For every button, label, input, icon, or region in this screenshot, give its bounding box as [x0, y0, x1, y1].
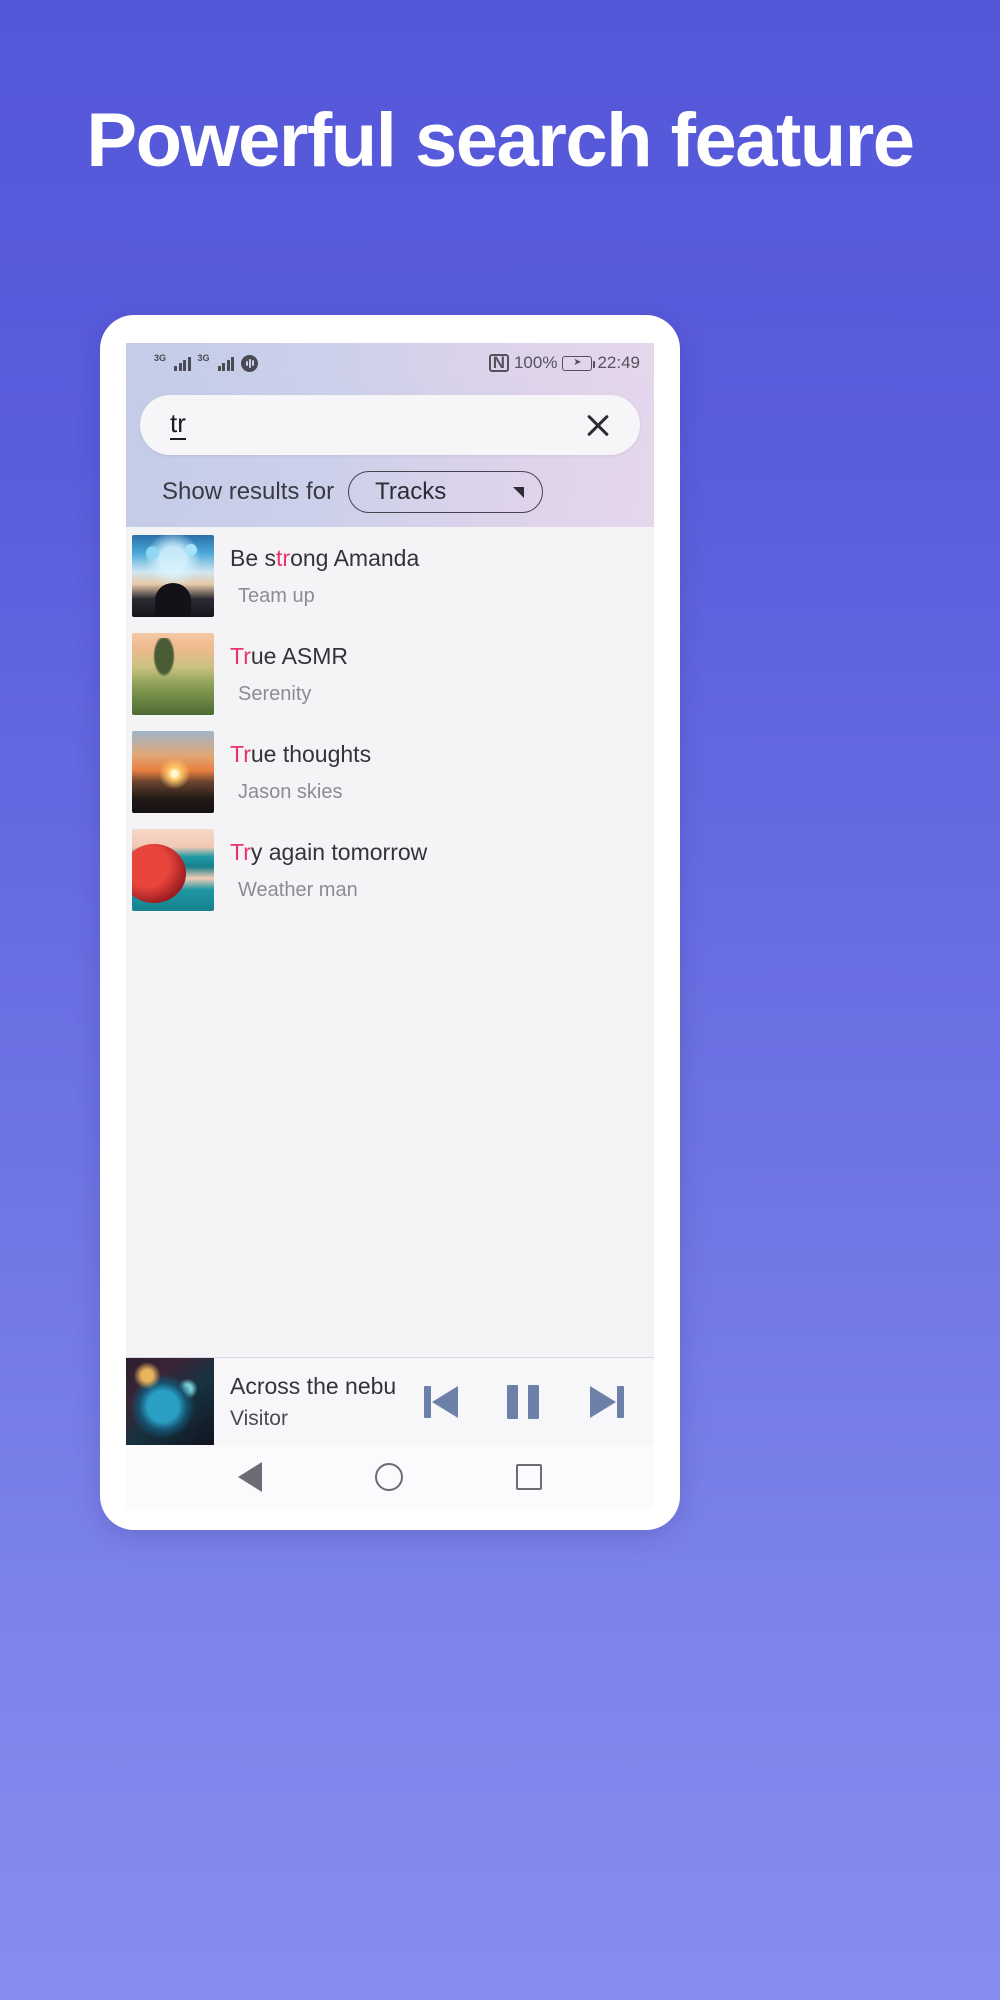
- home-icon[interactable]: [374, 1463, 403, 1491]
- track-title: Be strong Amanda: [230, 545, 420, 572]
- phone-screen: 3G 3G N 100% ➤ 22:49 tr Show results for: [126, 343, 654, 1509]
- chevron-down-icon: [513, 486, 525, 498]
- track-artist: Jason skies: [238, 780, 343, 803]
- search-header: tr Show results for Tracks: [126, 383, 654, 527]
- match-highlight: Tr: [230, 741, 251, 768]
- list-item-meta: Be strong Amanda Team up: [230, 544, 419, 608]
- filter-label: Show results for: [162, 478, 335, 505]
- battery-percent-label: 100%: [513, 353, 558, 372]
- track-artist: Serenity: [238, 682, 312, 705]
- page-title: Powerful search feature: [86, 98, 915, 183]
- album-art: [132, 633, 214, 715]
- status-bar: 3G 3G N 100% ➤ 22:49: [126, 343, 654, 383]
- player-controls: [422, 1380, 654, 1424]
- android-nav-bar: [126, 1445, 654, 1509]
- filter-selected-value: Tracks: [375, 478, 447, 505]
- now-playing-art: [126, 1357, 214, 1446]
- search-input[interactable]: tr: [140, 395, 640, 455]
- skip-next-icon[interactable]: [582, 1380, 626, 1424]
- phone-mockup: 3G 3G N 100% ➤ 22:49 tr Show results for: [100, 315, 680, 1530]
- mini-player[interactable]: Across the nebu Visitor: [126, 1357, 654, 1446]
- now-playing-meta: Across the nebu Visitor: [230, 1373, 420, 1431]
- track-title: True thoughts: [230, 741, 372, 768]
- sim2-network-label: 3G: [197, 353, 210, 363]
- match-highlight: Tr: [230, 643, 251, 670]
- match-highlight: tr: [276, 545, 291, 572]
- list-item[interactable]: True ASMR Serenity: [126, 625, 654, 723]
- now-playing-artist: Visitor: [230, 1406, 288, 1430]
- search-results-list: Be strong Amanda Team up True ASMR Seren…: [126, 527, 654, 919]
- track-artist: Weather man: [238, 878, 358, 901]
- status-bar-left: 3G 3G: [154, 353, 259, 372]
- battery-icon: ➤: [562, 355, 596, 371]
- sim1-network-label: 3G: [154, 353, 167, 363]
- album-art: [132, 731, 214, 813]
- skip-previous-icon[interactable]: [422, 1380, 466, 1424]
- pause-icon[interactable]: [502, 1380, 546, 1424]
- search-input-value: tr: [170, 409, 186, 441]
- list-item-meta: True ASMR Serenity: [230, 642, 348, 706]
- status-bar-right: N 100% ➤ 22:49: [488, 353, 640, 373]
- filter-dropdown[interactable]: Tracks: [348, 471, 544, 513]
- clock-label: 22:49: [597, 353, 640, 372]
- back-icon[interactable]: [238, 1462, 263, 1492]
- now-playing-title: Across the nebu: [230, 1372, 397, 1399]
- list-item[interactable]: Be strong Amanda Team up: [126, 527, 654, 625]
- list-item-meta: Try again tomorrow Weather man: [230, 838, 427, 902]
- audio-recording-icon: [241, 354, 259, 372]
- list-item-meta: True thoughts Jason skies: [230, 740, 371, 804]
- album-art: [132, 535, 214, 617]
- track-title: True ASMR: [230, 643, 349, 670]
- list-item[interactable]: Try again tomorrow Weather man: [126, 821, 654, 919]
- sim2-signal-icon: [217, 356, 235, 371]
- filter-row: Show results for Tracks: [140, 471, 640, 513]
- nfc-icon: N: [488, 354, 509, 372]
- list-item[interactable]: True thoughts Jason skies: [126, 723, 654, 821]
- match-highlight: Tr: [230, 839, 251, 866]
- recents-icon[interactable]: [515, 1464, 542, 1490]
- album-art: [132, 829, 214, 911]
- track-title: Try again tomorrow: [230, 839, 428, 866]
- close-icon[interactable]: [582, 409, 614, 441]
- track-artist: Team up: [238, 584, 315, 607]
- sim1-signal-icon: [174, 356, 191, 371]
